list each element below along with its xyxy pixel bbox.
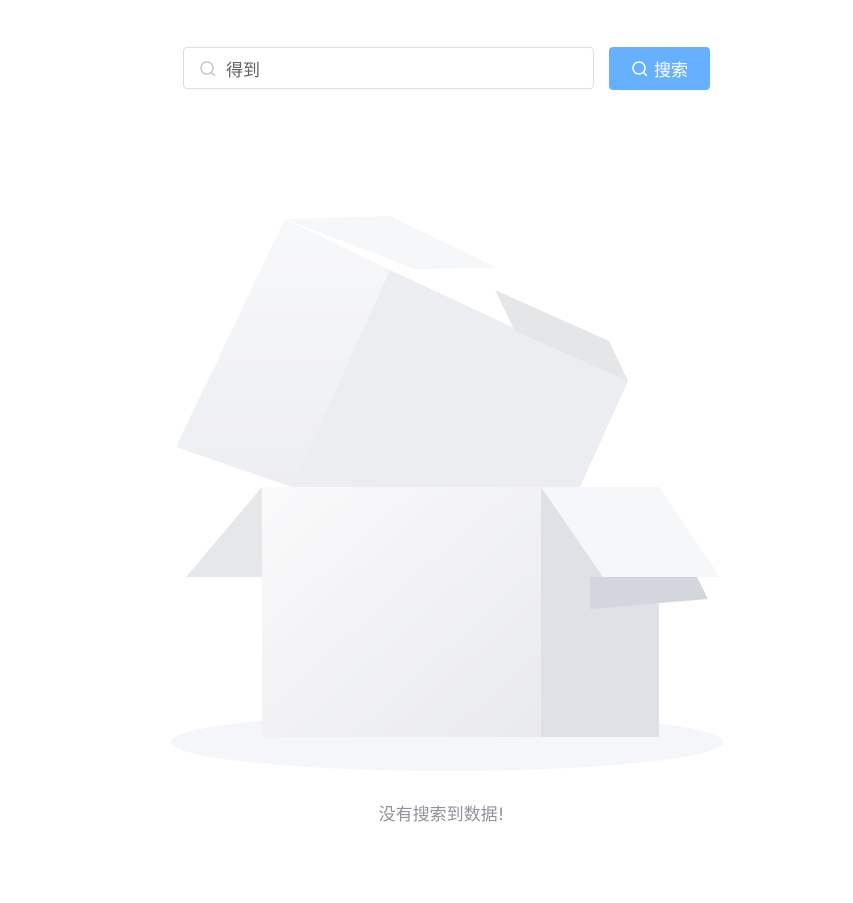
box-left-flap (186, 487, 262, 577)
empty-box-illustration (171, 216, 723, 771)
box-front (262, 487, 541, 737)
empty-message: 没有搜索到数据! (378, 805, 505, 825)
